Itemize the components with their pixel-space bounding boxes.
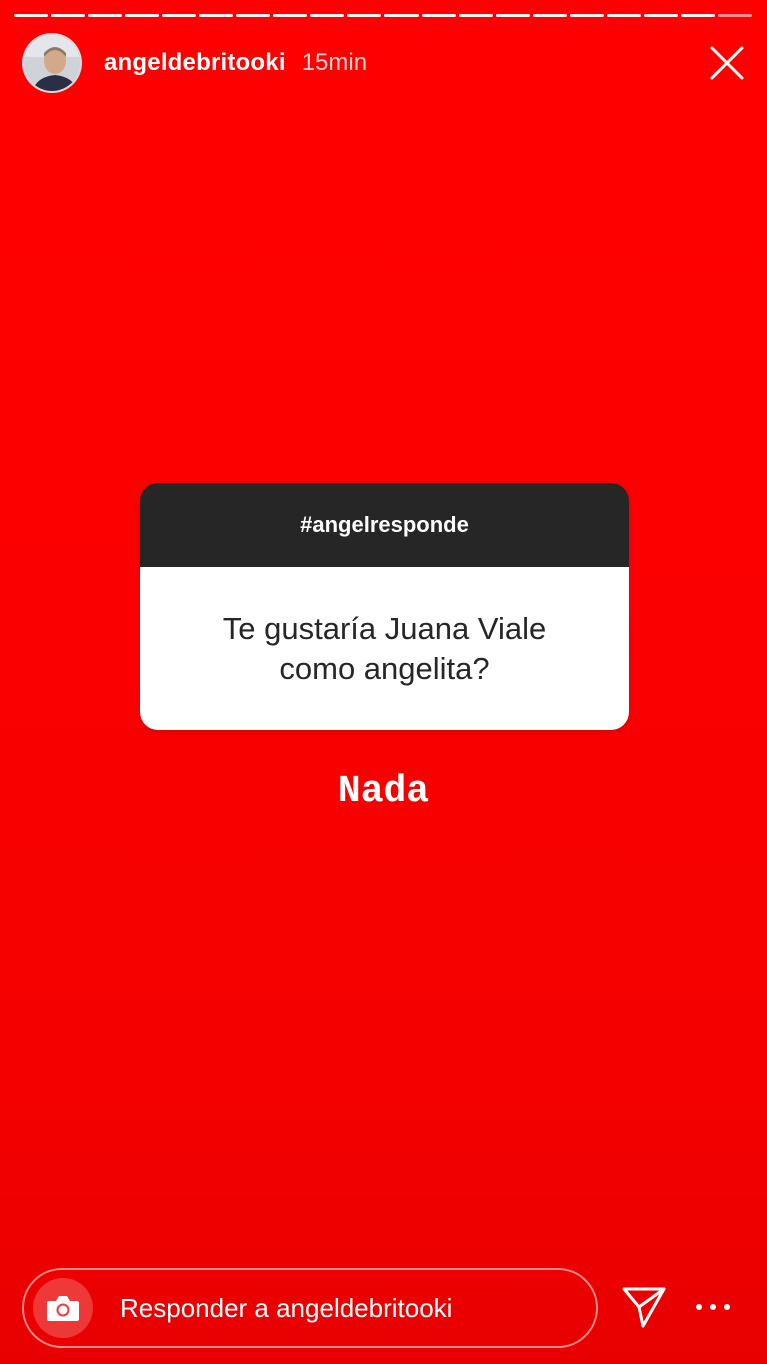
progress-segment — [680, 14, 715, 17]
progress-segment — [125, 14, 160, 17]
progress-segment — [643, 14, 678, 17]
camera-icon — [47, 1296, 79, 1321]
story-header: angeldebritooki 15min — [22, 32, 752, 94]
reply-input[interactable]: Responder a angeldebritooki — [22, 1268, 598, 1348]
progress-segment — [273, 14, 308, 17]
camera-button[interactable] — [33, 1278, 93, 1338]
progress-segment — [421, 14, 456, 17]
story-progress-bar — [14, 14, 752, 18]
close-icon — [710, 46, 744, 80]
question-text: Te gustaría Juana Viale como angelita? — [140, 567, 629, 730]
progress-segment — [88, 14, 123, 17]
progress-segment — [717, 14, 752, 17]
reply-placeholder: Responder a angeldebritooki — [120, 1292, 453, 1323]
progress-segment — [347, 14, 382, 17]
avatar[interactable] — [22, 33, 82, 93]
progress-segment — [310, 14, 345, 17]
progress-segment — [14, 14, 49, 17]
more-options-button[interactable] — [696, 1292, 730, 1322]
paper-plane-icon — [622, 1287, 666, 1328]
progress-segment — [458, 14, 493, 17]
question-hashtag: #angelresponde — [140, 483, 629, 567]
story-viewer[interactable]: angeldebritooki 15min #angelresponde Te … — [0, 0, 767, 1364]
question-sticker: #angelresponde Te gustaría Juana Viale c… — [140, 483, 629, 730]
post-time: 15min — [301, 49, 368, 76]
more-dots-icon — [696, 1304, 702, 1310]
progress-segment — [236, 14, 271, 17]
progress-segment — [199, 14, 234, 17]
progress-segment — [162, 14, 197, 17]
username[interactable]: angeldebritooki — [104, 49, 286, 77]
progress-segment — [51, 14, 86, 17]
answer-text: Nada — [337, 770, 430, 813]
profile-photo-icon — [24, 35, 80, 91]
progress-segment — [384, 14, 419, 17]
progress-segment — [606, 14, 641, 17]
progress-segment — [532, 14, 567, 17]
progress-segment — [495, 14, 530, 17]
share-button[interactable] — [621, 1285, 667, 1329]
progress-segment — [569, 14, 604, 17]
close-button[interactable] — [710, 46, 744, 80]
